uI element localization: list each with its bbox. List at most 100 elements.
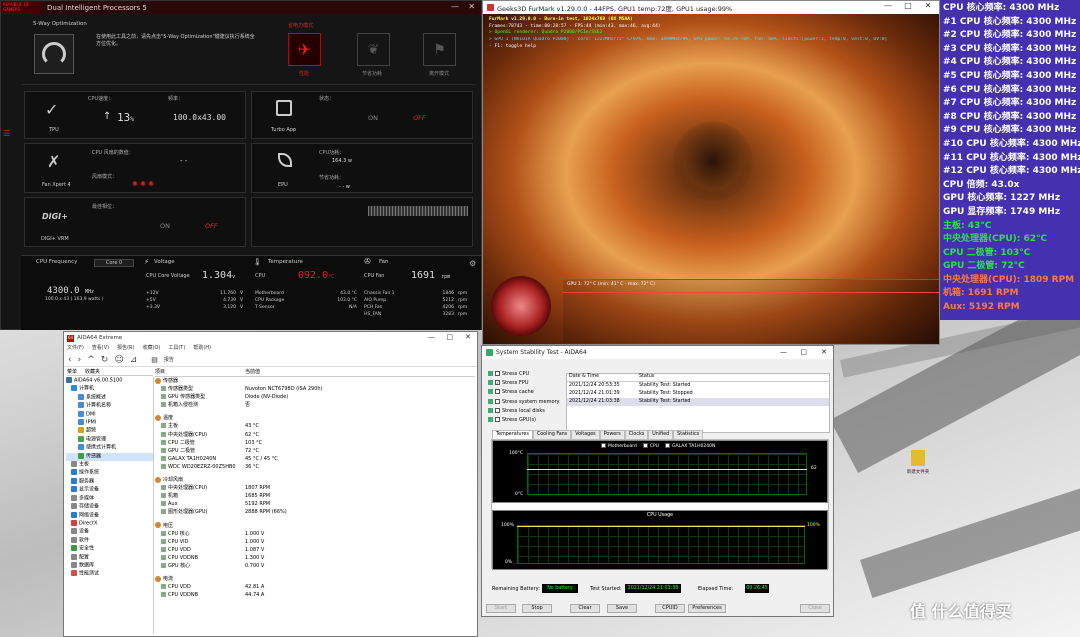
stab-min-icon[interactable]: — <box>780 348 787 356</box>
cpuid-button[interactable]: CPUID <box>655 604 685 613</box>
stress-option[interactable]: Stress system memory <box>488 398 562 407</box>
tree-item[interactable]: IPMI <box>66 419 153 427</box>
tree-item[interactable]: 电源管理 <box>66 435 153 444</box>
report-button[interactable]: 报告 <box>164 356 174 363</box>
epu-label[interactable]: EPU <box>278 182 288 188</box>
tree-item[interactable]: 系统概述 <box>66 393 153 402</box>
table-row[interactable]: CPU VID 1.000 V <box>155 538 475 546</box>
log-col-date[interactable]: Date & Time <box>569 374 639 381</box>
table-row[interactable]: 传感器类型 Nuvoton NCT6798D (ISA 290h) <box>155 385 475 393</box>
tree-item[interactable]: 存储设备 <box>66 503 153 511</box>
start-button[interactable]: Start <box>486 604 516 613</box>
stab-max-icon[interactable]: □ <box>800 348 807 356</box>
tree-item[interactable]: 软件 <box>66 536 153 545</box>
tree-item[interactable]: AIDA64 v6.00.5100 <box>66 377 153 385</box>
fan-mode-icons[interactable]: ✺ ✺ ✺ <box>132 180 154 188</box>
table-row[interactable]: 中央处理器(CPU) 1807 RPM <box>155 484 475 492</box>
legend-cpu[interactable]: CPU <box>642 443 659 449</box>
col-item[interactable]: 项目 <box>155 368 245 376</box>
table-row[interactable]: CPU VDDNB 44.74 A <box>155 591 475 599</box>
table-row[interactable]: 机箱 1685 RPM <box>155 492 475 500</box>
core-select[interactable]: Core 0 <box>94 259 134 267</box>
settings-gear-icon[interactable]: ⚙ <box>469 259 476 268</box>
menu-item[interactable]: 帮助(H) <box>193 344 211 353</box>
tab-powers[interactable]: Powers <box>599 430 625 439</box>
tree-item[interactable]: DMI <box>66 410 153 419</box>
stress-option[interactable]: Stress local disks <box>488 407 562 416</box>
table-row[interactable]: CPU 二极管 103 °C <box>155 439 475 447</box>
tab-unified[interactable]: Unified <box>648 430 674 439</box>
fan-xpert-label[interactable]: Fan Xpert 4 <box>42 182 71 188</box>
stab-close-icon[interactable]: ✕ <box>821 348 827 356</box>
table-row[interactable]: 主板 43 °C <box>155 422 475 430</box>
menu-item[interactable]: 文件(F) <box>67 344 84 353</box>
tree-item[interactable]: 安全性 <box>66 545 153 553</box>
col-value[interactable]: 当前值 <box>245 368 260 376</box>
tab-statistics[interactable]: Statistics <box>673 430 704 439</box>
checkbox[interactable] <box>495 371 500 376</box>
tree-item[interactable]: 传感器 <box>66 452 153 462</box>
furmark-close-icon[interactable]: ✕ <box>921 1 935 10</box>
turbo-label[interactable]: Turbo App <box>271 127 296 133</box>
tree-item[interactable]: 网络设备 <box>66 511 153 520</box>
menu-item[interactable]: 查看(V) <box>92 344 109 353</box>
tree-item[interactable]: 数据库 <box>66 561 153 570</box>
turbo-off[interactable]: OFF <box>413 114 426 122</box>
tpu-label[interactable]: TPU <box>49 127 59 133</box>
checkbox[interactable] <box>495 389 500 395</box>
log-row[interactable]: 2021/12/24 20:53:35 Stability Test: Start… <box>567 382 829 390</box>
legend-galax[interactable]: GALAX TA1H0240N <box>665 443 715 449</box>
save-button[interactable]: Save <box>607 604 637 613</box>
forward-icon[interactable]: › <box>78 355 82 365</box>
checkbox[interactable] <box>495 407 500 413</box>
table-row[interactable]: Aux 5192 RPM <box>155 500 475 508</box>
left-arrow-icon[interactable]: ☰ <box>3 129 10 138</box>
tab-temperatures[interactable]: Temperatures <box>492 430 533 439</box>
furmark-min-icon[interactable]: — <box>881 1 895 10</box>
digi-on[interactable]: ON <box>160 222 170 230</box>
tree-item[interactable]: DirectX <box>66 519 153 528</box>
mode-performance[interactable]: ✈ <box>288 33 321 66</box>
back-icon[interactable]: ‹ <box>68 355 72 365</box>
table-row[interactable]: CPU VDD 1.087 V <box>155 546 475 554</box>
digi-off[interactable]: OFF <box>205 222 218 230</box>
asus-min-icon[interactable]: — <box>451 2 459 11</box>
close-button[interactable]: Close <box>800 604 830 613</box>
tab-favorites[interactable]: 收藏夹 <box>85 368 100 375</box>
table-row[interactable]: 图形处理器(GPU) 2888 RPM (66%) <box>155 508 475 516</box>
table-row[interactable]: WDC WD20EZRZ-00Z5HB0 36 °C <box>155 463 475 471</box>
furmark-max-icon[interactable]: □ <box>901 1 915 10</box>
aida-min-icon[interactable]: — <box>428 333 435 341</box>
tree-item[interactable]: 超频 <box>66 427 153 435</box>
tree-item[interactable]: 配置 <box>66 553 153 562</box>
desktop-folder[interactable]: 新建文件夹 <box>903 450 933 475</box>
tree-item[interactable]: 计算机名称 <box>66 402 153 410</box>
table-row[interactable]: GPU 传感器类型 Diode (NV-Diode) <box>155 393 475 401</box>
table-row[interactable]: CPU VDDNB 1.300 V <box>155 554 475 562</box>
tab-cooling-fans[interactable]: Cooling Fans <box>532 430 572 439</box>
tree-item[interactable]: 显示设备 <box>66 486 153 494</box>
stress-option[interactable]: ✓ Stress FPU <box>488 379 562 388</box>
stress-option[interactable]: Stress GPU(s) <box>488 416 562 425</box>
turbo-on[interactable]: ON <box>368 114 378 122</box>
checkbox[interactable] <box>495 398 500 404</box>
tree-item[interactable]: 计算机 <box>66 385 153 393</box>
asus-close-icon[interactable]: ✕ <box>468 2 475 11</box>
stress-option[interactable]: Stress cache <box>488 388 562 397</box>
tree-item[interactable]: 操作系统 <box>66 469 153 477</box>
tree-item[interactable]: 性能测试 <box>66 570 153 578</box>
report-icon[interactable]: ▤ <box>151 356 158 364</box>
refresh-icon[interactable]: ↻ <box>101 355 109 365</box>
tab-clocks[interactable]: Clocks <box>624 430 649 439</box>
table-row[interactable]: GPU 核心 0.700 V <box>155 562 475 570</box>
mode-away[interactable]: ⚑ <box>423 33 456 66</box>
menu-item[interactable]: 报告(R) <box>117 344 134 353</box>
log-row[interactable]: 2021/12/24 21:03:38 Stability Test: Start… <box>567 398 829 406</box>
preferences-button[interactable]: Preferences <box>688 604 726 613</box>
user-icon[interactable]: ☺ <box>114 355 123 365</box>
legend-motherboard[interactable]: Motherboard <box>601 443 637 449</box>
tab-menu[interactable]: 菜单 <box>67 368 77 375</box>
tree-item[interactable]: 设备 <box>66 528 153 536</box>
mode-powersave[interactable]: ❦ <box>357 33 390 66</box>
up-icon[interactable]: ^ <box>87 355 95 365</box>
